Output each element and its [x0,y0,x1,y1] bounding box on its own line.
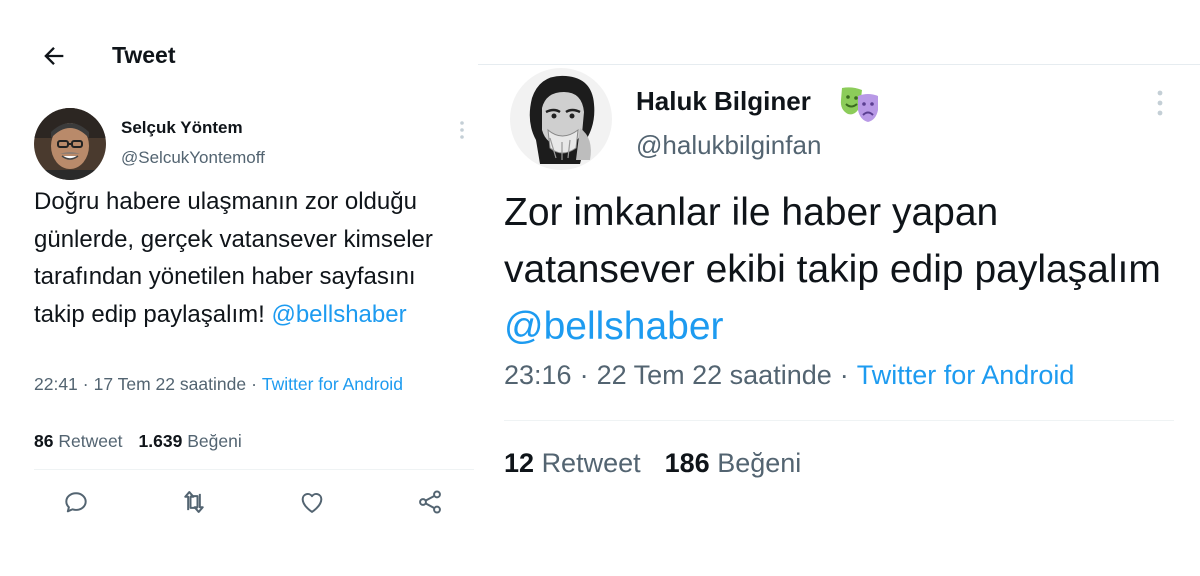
reply-icon[interactable] [62,488,90,516]
tweet-text: Zor imkanlar ile haber yapan vatansever … [504,184,1164,355]
tweet-body: Zor imkanlar ile haber yapan vatansever … [504,191,1161,291]
share-icon[interactable] [416,488,444,516]
like-label: Beğeni [717,448,802,478]
author-name[interactable]: Haluk Bilginer [636,86,811,117]
like-label: Beğeni [187,431,242,451]
tweet-meta: 23:16 · 22 Tem 22 saatinde · Twitter for And… [504,360,1075,390]
heart-icon[interactable] [298,488,326,516]
like-count: 1.639 [138,431,183,451]
retweet-stat[interactable]: 86 Retweet [34,431,123,451]
divider [34,469,474,470]
avatar[interactable] [34,108,106,180]
tweet-stats: 86 Retweet 1.639 Beğeni [34,431,242,452]
tweet-date[interactable]: 17 Tem 22 saatinde [94,374,246,394]
divider [478,64,1200,65]
tweet-stats: 12 Retweet 186 Beğeni [504,448,801,479]
tweet-time[interactable]: 22:41 [34,374,78,394]
retweet-count: 12 [504,448,535,478]
retweet-icon[interactable] [180,488,208,516]
tweet-text: Doğru habere ulaşmanın zor olduğu günler… [34,183,454,333]
tweet-source[interactable]: Twitter for Android [262,374,403,394]
avatar[interactable] [510,68,612,170]
back-arrow-icon[interactable] [40,42,68,70]
like-stat[interactable]: 1.639 Beğeni [139,431,242,451]
author-name[interactable]: Selçuk Yöntem [121,118,243,138]
divider [504,420,1174,421]
retweet-stat[interactable]: 12 Retweet [504,448,641,478]
tweet-time[interactable]: 23:16 [504,360,572,390]
more-vertical-icon[interactable] [1150,88,1170,118]
retweet-count: 86 [34,431,54,451]
like-count: 186 [664,448,710,478]
tweet-meta: 22:41 · 17 Tem 22 saatinde · Twitter for And… [34,374,403,394]
retweet-label: Retweet [58,431,123,451]
mention-link[interactable]: @bellshaber [504,305,724,348]
mention-link[interactable]: @bellshaber [271,301,406,328]
performing-arts-icon [840,87,878,122]
author-handle[interactable]: @SelcukYontemoff [121,148,265,168]
author-handle[interactable]: @halukbilginfan [636,130,821,161]
page-title: Tweet [112,42,176,68]
retweet-label: Retweet [541,448,641,478]
tweet-source[interactable]: Twitter for Android [857,360,1075,390]
more-vertical-icon[interactable] [452,118,472,142]
tweet-date[interactable]: 22 Tem 22 saatinde [597,360,832,390]
like-stat[interactable]: 186 Beğeni [665,448,802,478]
